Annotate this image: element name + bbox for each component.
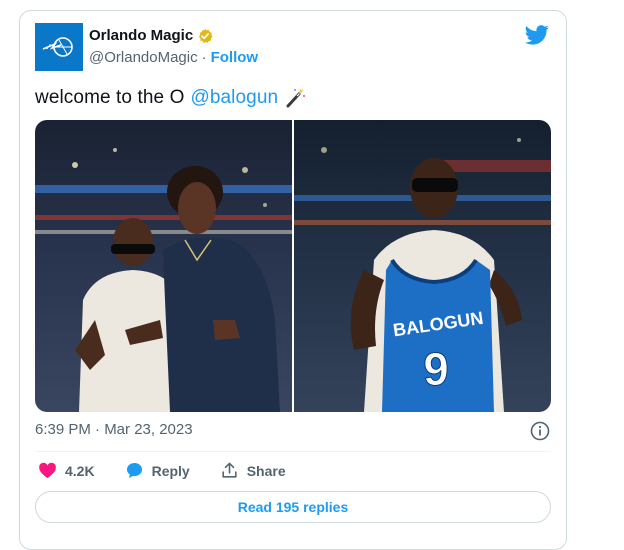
- action-bar: 4.2K Reply Share: [38, 461, 286, 480]
- verified-badge-icon: [199, 28, 213, 43]
- player-holding-jersey-photo: BALOGUN 9: [294, 120, 551, 412]
- share-label: Share: [246, 462, 286, 479]
- handle-row: @OrlandoMagic · Follow: [89, 49, 258, 66]
- account-handle[interactable]: @OrlandoMagic: [89, 49, 198, 66]
- follow-button[interactable]: Follow: [211, 49, 259, 66]
- reply-bubble-icon: [126, 462, 142, 479]
- like-button[interactable]: 4.2K: [38, 461, 95, 480]
- read-replies-label: Read 195 replies: [237, 499, 349, 515]
- twitter-bird-icon[interactable]: [525, 25, 549, 45]
- tweet-header: Orlando Magic @OrlandoMagic · Follow: [35, 23, 551, 73]
- account-name-row: Orlando Magic: [89, 27, 213, 44]
- tweet-body: welcome to the O: [35, 87, 185, 108]
- magic-wand-icon: [286, 88, 306, 108]
- share-upload-icon: [222, 462, 237, 478]
- divider: [35, 451, 551, 452]
- reply-label: Reply: [151, 462, 190, 479]
- orlando-magic-logo-icon: [42, 37, 73, 57]
- like-count: 4.2K: [65, 462, 95, 479]
- separator: ·: [201, 49, 207, 66]
- left-photo[interactable]: [35, 120, 292, 412]
- avatar[interactable]: [35, 23, 83, 71]
- share-button[interactable]: Share: [220, 461, 286, 480]
- tweet-text: welcome to the O @balogun: [35, 87, 306, 109]
- account-name[interactable]: Orlando Magic: [89, 27, 193, 44]
- reply-button[interactable]: Reply: [125, 461, 190, 480]
- jersey-number: 9: [423, 343, 449, 395]
- tweet-timestamp[interactable]: 6:39 PM · Mar 23, 2023: [35, 421, 193, 438]
- read-replies-button[interactable]: Read 195 replies: [35, 491, 551, 523]
- right-photo[interactable]: BALOGUN 9: [294, 120, 551, 412]
- tweet-media[interactable]: BALOGUN 9: [35, 120, 551, 412]
- mention-link[interactable]: @balogun: [190, 87, 278, 109]
- two-players-arena-photo: [35, 120, 292, 412]
- heart-icon: [39, 462, 56, 479]
- info-icon[interactable]: [530, 421, 550, 441]
- tweet-card: Orlando Magic @OrlandoMagic · Follow wel…: [19, 10, 567, 550]
